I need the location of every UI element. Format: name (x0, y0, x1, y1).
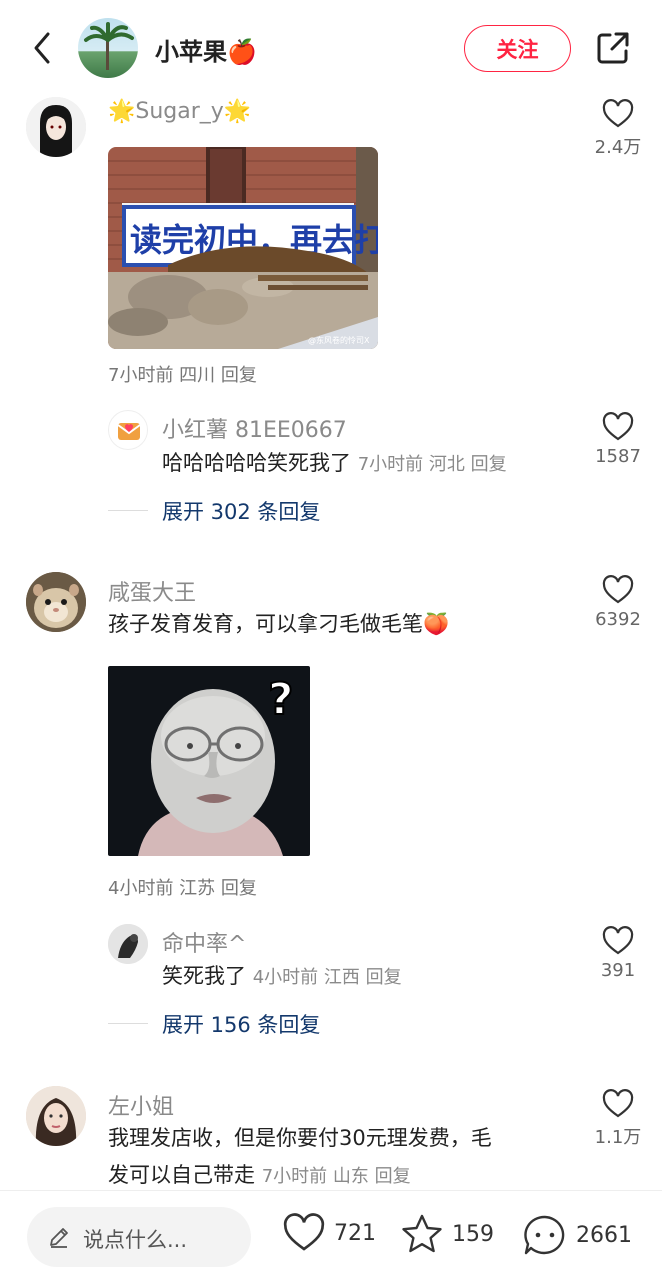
comment-like-button[interactable]: 1.1万 (586, 1089, 650, 1149)
comment-meta[interactable]: 7小时前 四川 回复 (108, 361, 257, 387)
like-count: 1587 (595, 446, 641, 467)
back-arrow-icon[interactable] (28, 28, 58, 68)
bottom-action-bar: 说点什么... 721 159 2661 (0, 1190, 662, 1280)
commenter-name[interactable]: 咸蛋大王 (108, 575, 196, 607)
comment-like-button[interactable]: 6392 (586, 575, 650, 630)
like-count: 391 (600, 960, 636, 981)
commenter-avatar[interactable] (26, 572, 86, 632)
top-navigation-bar: 小苹果🍎 关注 (0, 0, 662, 95)
like-count: 1.1万 (594, 1127, 642, 1148)
share-icon[interactable] (594, 29, 632, 67)
comment-like-button[interactable]: 2.4万 (586, 99, 650, 159)
reply-text-content: 哈哈哈哈哈笑死我了 (162, 451, 351, 475)
comment-input[interactable]: 说点什么... (27, 1207, 251, 1267)
comment-text-line-1: 我理发店收，但是你要付30元理发费，毛 (108, 1126, 492, 1150)
reply-text: 笑死我了 4小时前 江西 回复 (162, 960, 402, 994)
comment-input-placeholder: 说点什么... (83, 1228, 188, 1252)
post-like-button[interactable]: 721 (282, 1213, 376, 1253)
reply-user-name[interactable]: 小红薯 81EE0667 (162, 412, 347, 444)
star-icon (402, 1214, 442, 1253)
reply-like-button[interactable]: 1587 (586, 412, 650, 467)
divider (108, 510, 148, 511)
follow-button[interactable]: 关注 (464, 25, 571, 72)
post-comment-button[interactable]: 2661 (522, 1213, 632, 1257)
reply-avatar[interactable] (108, 924, 148, 964)
comment-text: 孩子发育发育，可以拿刁毛做毛笔🍑 (108, 612, 450, 636)
heart-icon (602, 926, 634, 955)
comment-text-line-2: 发可以自己带走 7小时前 山东 回复 (108, 1159, 411, 1193)
reply-meta[interactable]: 4小时前 江西 回复 (253, 967, 402, 988)
heart-icon (602, 1089, 634, 1118)
post-like-count: 721 (334, 1220, 376, 1246)
pencil-icon (50, 1228, 68, 1248)
svg-text:?: ? (268, 674, 294, 725)
comment-text-content: 发可以自己带走 (108, 1163, 255, 1187)
reply-meta[interactable]: 7小时前 河北 回复 (358, 454, 507, 475)
image-watermark: @东风卷的怜司X (308, 335, 370, 345)
comment-bubble-icon (524, 1215, 565, 1255)
like-count: 6392 (595, 609, 641, 630)
post-comment-count: 2661 (576, 1222, 632, 1248)
author-avatar[interactable] (78, 18, 138, 78)
reply-user-name[interactable]: 命中率^ (162, 926, 246, 958)
commenter-avatar[interactable] (26, 97, 86, 157)
commenter-name[interactable]: 左小姐 (108, 1089, 174, 1121)
comment-meta[interactable]: 4小时前 江苏 回复 (108, 874, 257, 900)
comment-image-reaction-face[interactable]: ? (108, 666, 310, 856)
heart-icon (602, 412, 634, 441)
comment-image-wall-slogan[interactable]: 读完初中，再去打工 @东风卷的怜司X (108, 147, 378, 349)
expand-replies-link[interactable]: 展开 156 条回复 (162, 1009, 320, 1039)
expand-replies-link[interactable]: 展开 302 条回复 (162, 496, 320, 526)
reply-text-content: 笑死我了 (162, 964, 246, 988)
heart-icon (602, 575, 634, 604)
author-name[interactable]: 小苹果🍎 (155, 32, 257, 67)
post-favorite-count: 159 (452, 1221, 494, 1247)
divider (108, 1023, 148, 1024)
reply-avatar[interactable] (108, 410, 148, 450)
comment-meta[interactable]: 7小时前 山东 回复 (262, 1166, 411, 1187)
heart-icon (283, 1213, 325, 1251)
reply-like-button[interactable]: 391 (586, 926, 650, 981)
post-favorite-button[interactable]: 159 (400, 1213, 494, 1255)
commenter-name[interactable]: 🌟Sugar_y🌟 (108, 99, 251, 124)
commenter-avatar[interactable] (26, 1086, 86, 1146)
like-count: 2.4万 (594, 137, 642, 158)
heart-icon (602, 99, 634, 128)
reply-text: 哈哈哈哈哈笑死我了 7小时前 河北 回复 (162, 447, 507, 481)
